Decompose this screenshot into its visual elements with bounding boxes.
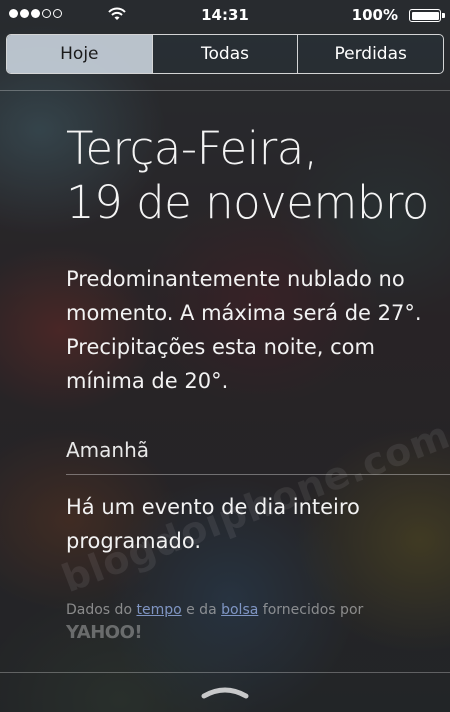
data-credits: Dados do tempo e da bolsa fornecidos por — [66, 602, 363, 618]
weather-summary: Predominantemente nublado no momento. A … — [66, 267, 422, 393]
tab-todas[interactable]: Todas — [151, 35, 298, 73]
today-date-heading: Terça-Feira, 19 de novembro — [66, 122, 429, 230]
footer-divider — [0, 672, 450, 673]
chevron-up-handle-icon[interactable] — [200, 686, 250, 700]
battery-icon — [409, 9, 445, 22]
credits-middle: e da — [181, 602, 222, 618]
tab-perdidas[interactable]: Perdidas — [297, 35, 443, 73]
yahoo-logo: YAHOO! — [66, 622, 143, 643]
battery-percentage: 100% — [351, 6, 398, 24]
stocks-data-link[interactable]: bolsa — [221, 602, 258, 618]
header-divider — [0, 90, 450, 91]
close-handle[interactable] — [0, 686, 450, 700]
credits-prefix: Dados do — [66, 602, 137, 618]
weekday-label: Terça-Feira, — [66, 122, 318, 175]
tab-hoje[interactable]: Hoje — [7, 35, 152, 73]
credits-suffix: fornecidos por — [258, 602, 364, 618]
date-label: 19 de novembro — [66, 176, 429, 229]
notification-tabs: Hoje Todas Perdidas — [6, 34, 444, 74]
status-bar: 14:31 100% — [0, 0, 450, 30]
weather-data-link[interactable]: tempo — [136, 602, 181, 618]
tomorrow-section-title: Amanhã — [66, 438, 150, 462]
